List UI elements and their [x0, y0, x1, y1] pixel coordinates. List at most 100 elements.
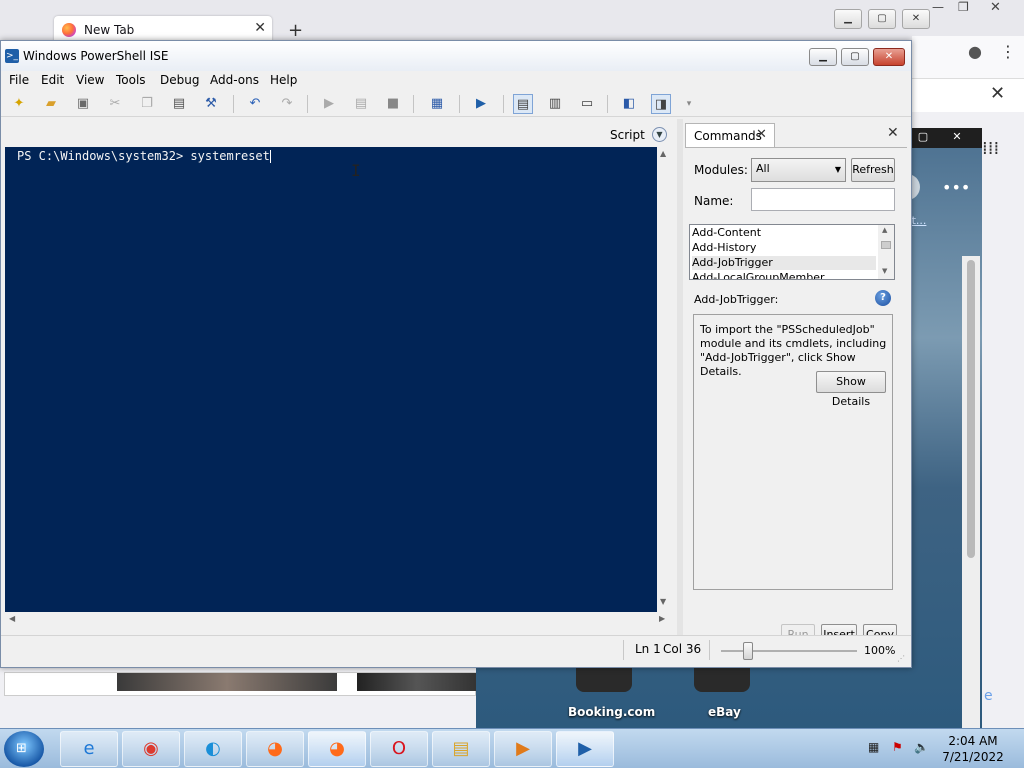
tab-close-icon[interactable]: ✕ — [254, 20, 266, 36]
commands-pane-close-icon[interactable]: ✕ — [887, 125, 899, 141]
scroll-down-icon[interactable]: ▼ — [660, 597, 666, 606]
apps-grid-icon[interactable]: ⁞⁞⁞ — [982, 138, 999, 159]
list-item[interactable]: Add-History — [692, 241, 876, 255]
zoom-slider-handle[interactable] — [743, 642, 753, 660]
help-icon[interactable]: ? — [875, 290, 891, 306]
minimize-icon[interactable]: — — [932, 0, 944, 14]
media-player-icon[interactable]: ▶ — [494, 731, 552, 767]
panel-close-icon[interactable]: ✕ — [942, 130, 972, 146]
script-pane-header: Script ▼ — [1, 125, 673, 147]
scroll-up-icon[interactable]: ▲ — [660, 149, 666, 158]
script-label[interactable]: Script — [610, 128, 645, 142]
menu-add-ons[interactable]: Add-ons — [210, 73, 259, 87]
powershell-console-icon[interactable]: ▶ — [471, 94, 491, 114]
firefox-minimize-button[interactable]: ▁ — [834, 9, 862, 29]
toolbar-overflow-icon[interactable]: ▾ — [679, 94, 699, 114]
menu-kebab-icon[interactable]: ⋮ — [1000, 42, 1016, 61]
stop-icon[interactable]: ■ — [383, 94, 403, 114]
restore-icon[interactable]: ❐ — [958, 0, 969, 14]
account-icon[interactable]: ● — [968, 42, 982, 61]
firefox-icon[interactable]: ◕ — [246, 731, 304, 767]
thumbnail-image[interactable] — [117, 673, 337, 691]
layout-top-icon[interactable]: ▤ — [513, 94, 533, 114]
run-script-icon[interactable]: ▶ — [319, 94, 339, 114]
scrollbar-thumb[interactable] — [967, 260, 975, 558]
edge-icon[interactable]: ◐ — [184, 731, 242, 767]
close-button[interactable]: ✕ — [873, 48, 905, 66]
scrollbar-thumb[interactable] — [881, 241, 891, 249]
booking-tile-icon[interactable] — [576, 668, 632, 692]
action-center-icon[interactable]: ⚑ — [892, 740, 903, 754]
remote-powershell-icon[interactable]: ▦ — [427, 94, 447, 114]
list-scrollbar[interactable]: ▲ ▼ — [878, 225, 894, 279]
cut-icon[interactable]: ✂ — [105, 94, 125, 114]
panel-maximize-icon[interactable]: ▢ — [908, 130, 938, 146]
menu-view[interactable]: View — [76, 73, 104, 87]
zoom-slider[interactable] — [721, 650, 857, 652]
list-item-selected[interactable]: Add-JobTrigger — [692, 256, 876, 270]
open-icon[interactable]: ▰ — [41, 94, 61, 114]
edge-corner-icon[interactable]: e — [984, 688, 993, 704]
chevron-down-icon[interactable]: ▼ — [652, 127, 667, 142]
refresh-button[interactable]: Refresh — [851, 158, 895, 182]
thumbnail-image[interactable] — [357, 673, 477, 691]
menu-tools[interactable]: Tools — [116, 73, 146, 87]
volume-icon[interactable]: 🔈 — [914, 740, 929, 754]
ebay-tile-icon[interactable] — [694, 668, 750, 692]
redo-icon[interactable]: ↷ — [277, 94, 297, 114]
name-input[interactable] — [751, 188, 895, 211]
menu-debug[interactable]: Debug — [160, 73, 199, 87]
system-clock[interactable]: 2:04 AM 7/21/2022 — [938, 733, 1008, 765]
console-pane[interactable]: PS C:\Windows\system32> systemreset — [5, 147, 657, 612]
internet-explorer-icon[interactable]: e — [60, 731, 118, 767]
console-input[interactable]: systemreset — [190, 149, 269, 163]
commands-tab-close-icon[interactable]: ✕ — [756, 127, 767, 142]
resize-grip-icon[interactable]: ⋰ — [897, 654, 905, 663]
tile-label-ebay[interactable]: eBay — [708, 705, 741, 719]
list-item[interactable]: Add-Content — [692, 226, 876, 240]
start-button[interactable]: ⊞ — [4, 731, 44, 767]
console-horizontal-scrollbar[interactable]: ◀ ▶ — [5, 612, 673, 628]
save-icon[interactable]: ▣ — [73, 94, 93, 114]
undo-icon[interactable]: ↶ — [245, 94, 265, 114]
notification-close-icon[interactable]: ✕ — [990, 83, 1005, 104]
run-selection-icon[interactable]: ▤ — [351, 94, 371, 114]
paste-icon[interactable]: ▤ — [169, 94, 189, 114]
scroll-up-icon[interactable]: ▲ — [882, 226, 887, 234]
close-icon[interactable]: ✕ — [990, 0, 1001, 15]
more-options-icon[interactable]: ••• — [942, 178, 970, 197]
firefox-developer-icon[interactable]: ◕ — [308, 731, 366, 767]
opera-icon[interactable]: O — [370, 731, 428, 767]
show-commands-icon[interactable]: ◨ — [651, 94, 671, 114]
powershell-ise-taskbar-icon[interactable]: ▶ — [556, 731, 614, 767]
list-item[interactable]: Add-LocalGroupMember — [692, 271, 876, 279]
toolbar-separator — [503, 95, 504, 113]
firefox-close-button[interactable]: ✕ — [902, 9, 930, 29]
command-list[interactable]: Add-Content Add-History Add-JobTrigger A… — [689, 224, 895, 280]
maximize-button[interactable]: ▢ — [841, 48, 869, 66]
scroll-right-icon[interactable]: ▶ — [659, 614, 665, 623]
chrome-icon[interactable]: ◉ — [122, 731, 180, 767]
tab-commands[interactable]: Commands ✕ — [685, 123, 775, 147]
show-script-pane-icon[interactable]: ◧ — [619, 94, 639, 114]
scroll-left-icon[interactable]: ◀ — [9, 614, 15, 623]
new-script-icon[interactable]: ✦ — [9, 94, 29, 114]
menu-edit[interactable]: Edit — [41, 73, 64, 87]
scroll-down-icon[interactable]: ▼ — [882, 267, 887, 275]
menu-help[interactable]: Help — [270, 73, 297, 87]
firefox-maximize-button[interactable]: ▢ — [868, 9, 896, 29]
page-scrollbar[interactable] — [962, 256, 980, 728]
clear-console-icon[interactable]: ⚒ — [201, 94, 221, 114]
tile-label-booking[interactable]: Booking.com — [568, 705, 655, 719]
show-details-button[interactable]: Show Details — [816, 371, 886, 408]
new-tab-button[interactable]: + — [288, 20, 303, 41]
copy-icon[interactable]: ❐ — [137, 94, 157, 114]
layout-max-icon[interactable]: ▭ — [577, 94, 597, 114]
modules-select[interactable]: All ▼ — [751, 158, 846, 182]
menu-file[interactable]: File — [9, 73, 29, 87]
file-explorer-icon[interactable]: ▤ — [432, 731, 490, 767]
minimize-button[interactable]: ▁ — [809, 48, 837, 66]
network-icon[interactable]: ▦ — [868, 740, 879, 754]
layout-right-icon[interactable]: ▥ — [545, 94, 565, 114]
console-vertical-scrollbar[interactable]: ▲ ▼ — [657, 147, 673, 612]
